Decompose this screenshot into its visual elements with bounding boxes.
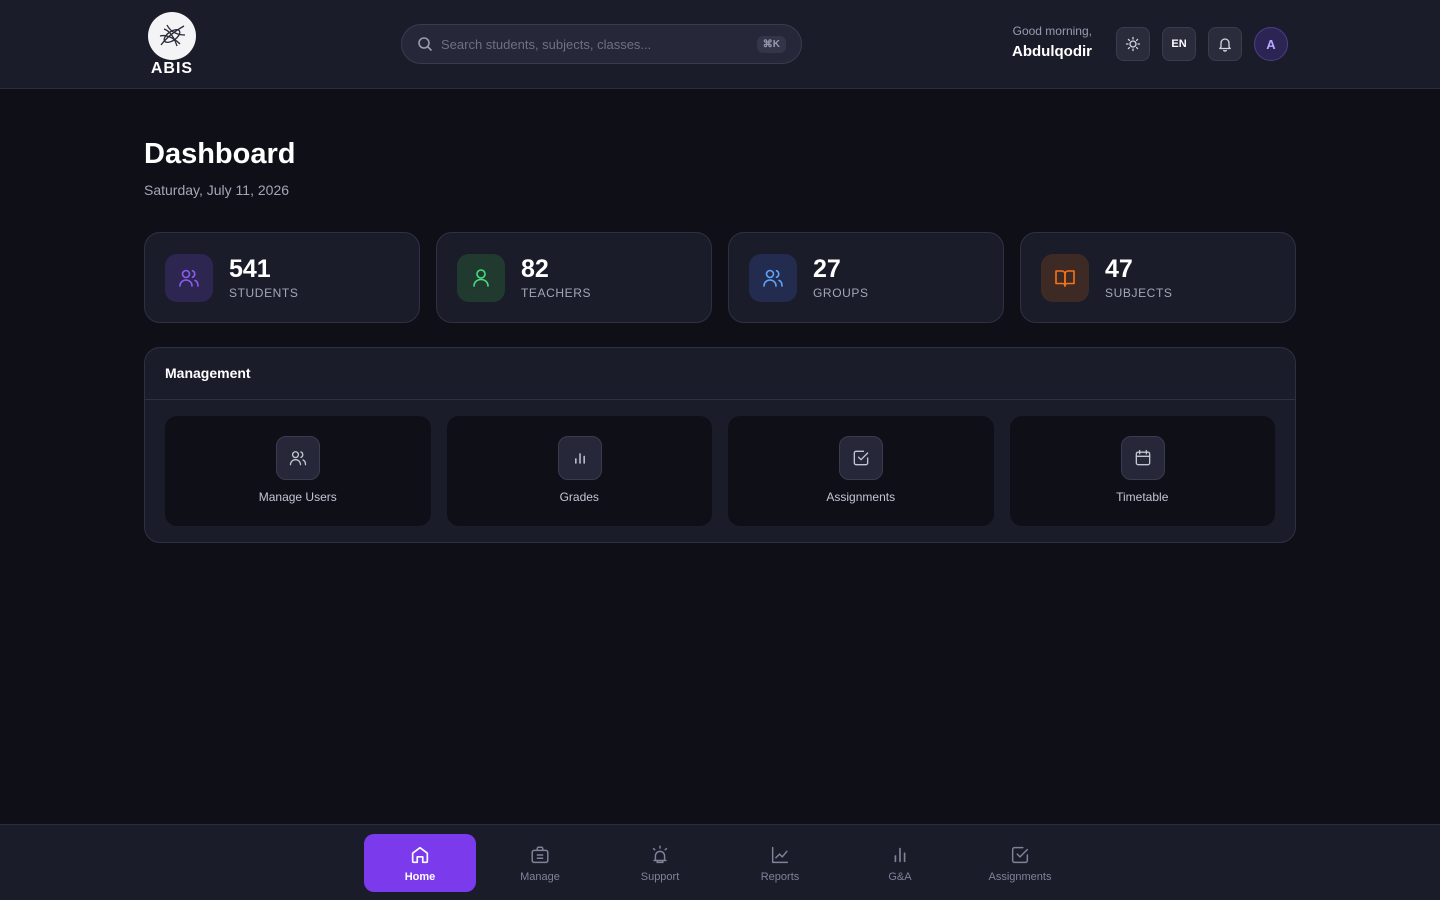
nav-item-manage[interactable]: Manage	[484, 834, 596, 892]
timetable-tile[interactable]: Timetable	[1009, 416, 1275, 526]
bell-icon	[1217, 36, 1233, 52]
manage-users-tile[interactable]: Manage Users	[165, 416, 431, 526]
search-bar[interactable]: ⌘K	[401, 24, 802, 64]
tile-label: Grades	[559, 490, 599, 504]
stat-label: STUDENTS	[229, 286, 299, 300]
nav-label: Home	[404, 870, 436, 883]
alarm-icon	[649, 844, 671, 866]
assignments-tile[interactable]: Assignments	[728, 416, 994, 526]
stat-card-subjects[interactable]: 47 SUBJECTS	[1020, 232, 1296, 323]
management-panel: Management Manage Users Grades Assignmen…	[144, 347, 1296, 543]
notifications-button[interactable]	[1208, 27, 1242, 61]
users-icon	[165, 254, 213, 302]
stat-card-students[interactable]: 541 STUDENTS	[144, 232, 420, 323]
bar-chart-icon	[889, 844, 911, 866]
nav-label: Support	[640, 870, 680, 883]
nav-label: Manage	[520, 870, 560, 883]
stats-row: 541 STUDENTS 82 TEACHERS 27 GROUPS 47 SU…	[144, 232, 1296, 323]
grades-tile[interactable]: Grades	[446, 416, 712, 526]
stat-value: 47	[1105, 255, 1133, 283]
user-icon	[457, 254, 505, 302]
users-icon	[749, 254, 797, 302]
search-shortcut-badge: ⌘K	[756, 36, 786, 53]
user-name: Abdulqodir	[1012, 43, 1092, 60]
check-square-icon	[1009, 844, 1031, 866]
tile-label: Assignments	[826, 490, 896, 504]
top-bar: ABIS ⌘K Good morning, Abdulqodir EN A	[0, 0, 1440, 89]
stat-label: GROUPS	[813, 286, 869, 300]
briefcase-icon	[529, 844, 551, 866]
nav-item-reports[interactable]: Reports	[724, 834, 836, 892]
stat-value: 82	[521, 255, 549, 283]
user-greeting: Good morning, Abdulqodir	[1012, 24, 1092, 60]
book-open-icon	[1041, 254, 1089, 302]
line-chart-icon	[769, 844, 791, 866]
search-icon	[417, 36, 433, 52]
tile-label: Manage Users	[258, 490, 337, 504]
nav-item-home[interactable]: Home	[364, 834, 476, 892]
nav-item-g-and-a[interactable]: G&A	[844, 834, 956, 892]
bottom-nav: Home Manage Support Reports G&A Assignme…	[0, 824, 1440, 900]
greeting-text: Good morning,	[1012, 24, 1092, 38]
nav-label: Assignments	[988, 870, 1052, 883]
page-title: Dashboard	[144, 138, 296, 170]
stat-value: 541	[229, 255, 271, 283]
stat-label: SUBJECTS	[1105, 286, 1173, 300]
bar-chart-icon	[557, 436, 602, 480]
stat-card-teachers[interactable]: 82 TEACHERS	[436, 232, 712, 323]
search-input[interactable]	[441, 36, 741, 52]
home-icon	[409, 844, 431, 866]
nav-label: G&A	[888, 870, 912, 883]
stat-label: TEACHERS	[521, 286, 592, 300]
users-icon	[276, 436, 320, 480]
stat-value: 27	[813, 255, 841, 283]
page-date: Saturday, July 11, 2026	[144, 182, 290, 198]
logo-emblem-icon	[148, 12, 196, 60]
calendar-icon	[1120, 436, 1165, 480]
logo[interactable]: ABIS	[148, 12, 196, 78]
avatar[interactable]: A	[1254, 27, 1288, 61]
stat-card-groups[interactable]: 27 GROUPS	[728, 232, 1004, 323]
theme-toggle-button[interactable]	[1116, 27, 1150, 61]
management-tiles: Manage Users Grades Assignments Timetabl…	[165, 416, 1275, 526]
nav-item-assignments[interactable]: Assignments	[964, 834, 1076, 892]
nav-item-support[interactable]: Support	[604, 834, 716, 892]
sun-icon	[1125, 36, 1141, 52]
logo-text: ABIS	[150, 60, 194, 77]
nav-label: Reports	[760, 870, 800, 883]
language-button[interactable]: EN	[1162, 27, 1196, 61]
divider	[145, 399, 1295, 400]
management-title: Management	[165, 365, 251, 381]
tile-label: Timetable	[1116, 490, 1169, 504]
check-square-icon	[839, 436, 883, 480]
